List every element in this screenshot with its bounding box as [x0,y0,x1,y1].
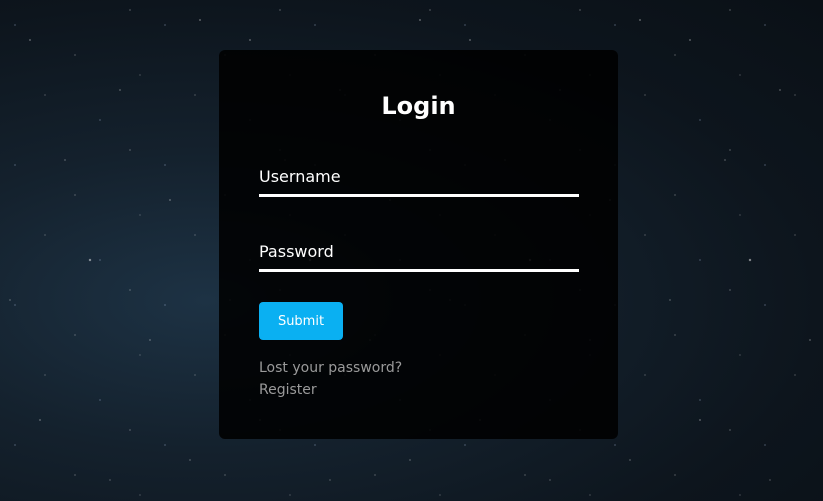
username-field[interactable] [259,159,579,197]
password-field[interactable] [259,234,579,272]
login-form: Login Submit Lost your password? Registe… [219,50,618,439]
lost-password-link[interactable]: Lost your password? [259,359,402,377]
register-link[interactable]: Register [259,381,317,399]
submit-button[interactable]: Submit [259,302,343,340]
login-title: Login [381,92,456,120]
